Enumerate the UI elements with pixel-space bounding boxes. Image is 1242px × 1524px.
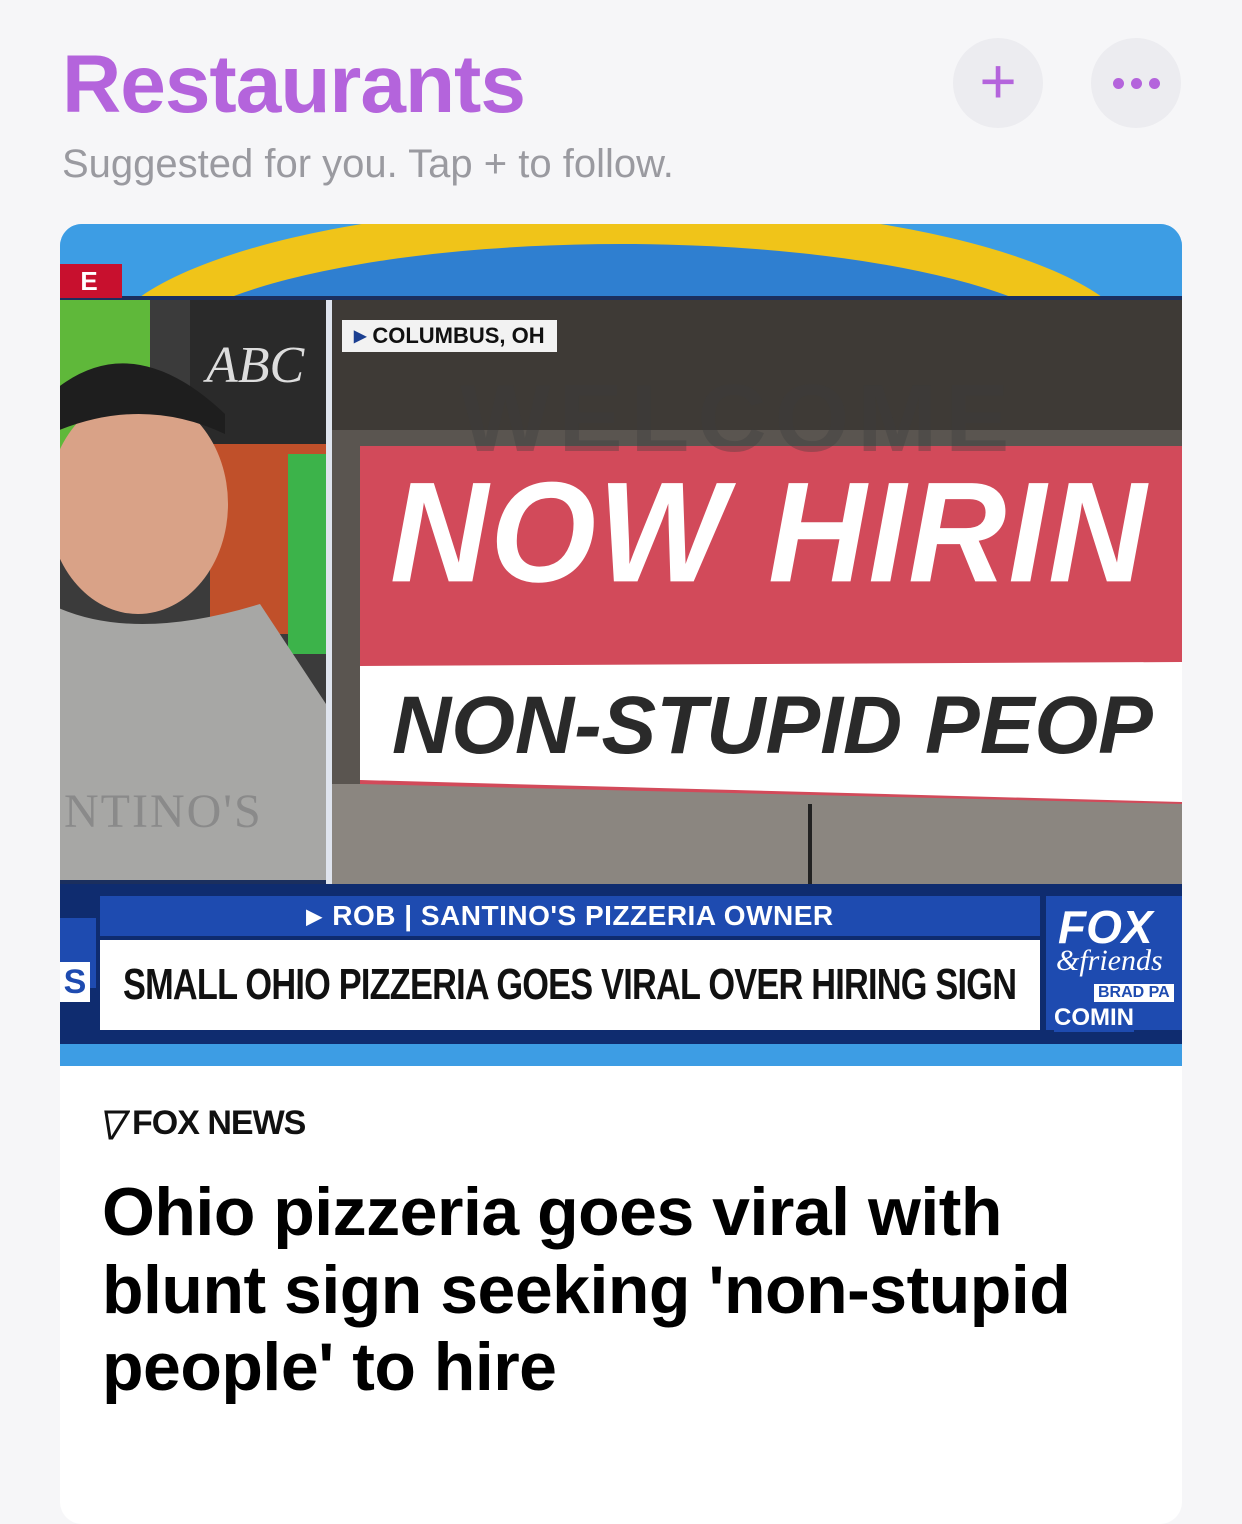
article-headline[interactable]: Ohio pizzeria goes viral with blunt sign… <box>102 1174 1122 1407</box>
fox-news-logo-icon <box>104 1110 130 1139</box>
location-text: COLUMBUS, OH <box>372 323 545 348</box>
page-subtitle: Suggested for you. Tap + to follow. <box>62 142 674 186</box>
location-tag: ▶ COLUMBUS, OH <box>342 320 557 352</box>
lower-third-headline-text: SMALL OHIO PIZZERIA GOES VIRAL OVER HIRI… <box>123 960 1017 1009</box>
ellipsis-icon <box>1112 77 1160 89</box>
shirt-text: NTINO'S <box>64 785 263 838</box>
lower-third-name-text: ROB | SANTINO'S PIZZERIA OWNER <box>332 900 834 931</box>
plus-icon: + <box>979 45 1017 117</box>
left-strip-letter: S <box>60 962 90 1002</box>
live-tag: E <box>60 264 122 298</box>
more-options-button[interactable] <box>1091 38 1181 128</box>
network-brad: BRAD PA <box>1094 984 1174 1002</box>
section-header: Restaurants Suggested for you. Tap + to … <box>0 0 1242 220</box>
lower-third-headline: SMALL OHIO PIZZERIA GOES VIRAL OVER HIRI… <box>100 940 1040 1030</box>
play-triangle-icon: ▶ <box>306 905 323 928</box>
lower-third-name: ▶ ROB | SANTINO'S PIZZERIA OWNER <box>100 896 1040 936</box>
publisher-name: FOX NEWS <box>132 1104 306 1142</box>
banner-line-1: NOW HIRIN <box>390 452 1149 612</box>
storefront-text: ABC <box>206 337 305 394</box>
network-coming: COMIN <box>1054 1004 1134 1032</box>
follow-button[interactable]: + <box>953 38 1043 128</box>
article-image: E ABC NTINO'S WELCOME ▶ COLUMBUS, OH NOW… <box>60 224 1182 1066</box>
publisher: FOX NEWS <box>104 1104 306 1143</box>
news-card[interactable]: E ABC NTINO'S WELCOME ▶ COLUMBUS, OH NOW… <box>60 224 1182 1524</box>
banner-line-2: NON-STUPID PEOP <box>392 680 1153 771</box>
play-triangle-icon: ▶ <box>354 328 367 345</box>
network-show: &friends <box>1056 944 1163 977</box>
page-title: Restaurants <box>62 39 526 130</box>
